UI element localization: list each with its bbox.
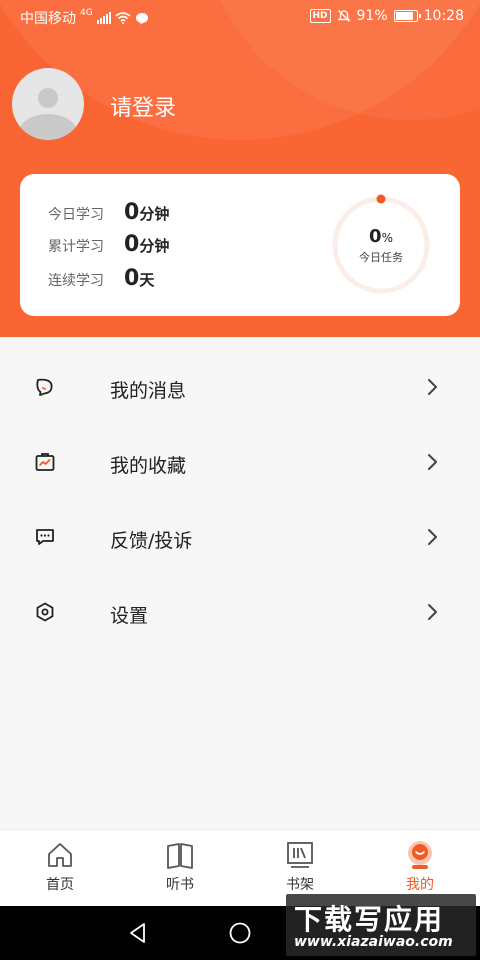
battery-icon [393,10,421,22]
task-progress-text: 0% 今日任务 [330,226,432,265]
chevron-right-icon [428,454,437,470]
tab-label-home: 首页 [46,877,74,893]
task-percent-value: 0 [369,226,382,247]
settings-icon [36,602,54,622]
hd-badge: HD [309,9,331,23]
chevron-right-icon [428,529,437,545]
streak-study-value: 0 [124,266,140,291]
bookshelf-icon [287,842,313,868]
chat-notification-icon [135,12,148,25]
total-study-unit: 分钟 [139,237,170,255]
total-study-value: 0 [124,232,140,257]
menu-item-favorites[interactable]: 我的收藏 [0,425,480,500]
study-stats-card: 今日学习 0 分钟 累计学习 0 分钟 连续学习 0 天 0% 今日任务 [20,174,460,316]
status-bar: 中国移动 4G HD 91% 10:28 [0,0,480,34]
login-link[interactable]: 请登录 [110,90,176,122]
tab-label-profile: 我的 [406,877,434,893]
back-icon[interactable] [126,921,150,945]
today-study-value: 0 [124,200,140,225]
task-percent-unit: % [381,231,393,245]
today-study-label: 今日学习 [48,207,104,223]
chevron-right-icon [428,604,437,620]
tab-bookshelf[interactable]: 书架 [260,840,340,894]
streak-study-label: 连续学习 [48,273,104,289]
avatar[interactable] [12,68,84,140]
tab-home[interactable]: 首页 [20,840,100,894]
today-study-unit: 分钟 [139,205,170,223]
menu-item-messages[interactable]: 我的消息 [0,350,480,425]
streak-study-unit: 天 [139,271,155,289]
chevron-right-icon [428,379,437,395]
total-study-row: 累计学习 0 分钟 [48,232,169,257]
menu-label-messages: 我的消息 [110,380,187,402]
book-icon [167,843,193,869]
avatar-placeholder-icon [38,88,58,108]
feedback-icon [36,529,54,545]
streak-study-row: 连续学习 0 天 [48,266,154,291]
progress-ring-marker [376,194,386,204]
avatar-placeholder-body [18,114,78,140]
home-icon [48,843,72,867]
tab-label-audiobook: 听书 [166,877,194,893]
tab-profile[interactable]: 我的 [380,840,460,894]
menu-label-favorites: 我的收藏 [110,455,187,477]
total-study-label: 累计学习 [48,239,104,255]
task-label: 今日任务 [359,251,403,264]
clock: 10:28 [423,8,464,24]
watermark-url: www.xiazaiwao.com [294,934,453,950]
watermark-title: 下载写应用 [294,903,445,936]
mute-bell-icon [336,10,351,22]
battery-percent: 91% [356,8,388,24]
settings-menu: 我的消息 我的收藏 反馈/投诉 设置 [0,350,480,650]
favorites-icon [35,453,55,471]
tab-label-bookshelf: 书架 [286,877,314,893]
signal-icon [96,12,111,24]
tab-audiobook[interactable]: 听书 [140,840,220,894]
wifi-icon [115,12,131,24]
network-type: 4G [80,8,93,18]
menu-label-settings: 设置 [110,605,149,627]
today-study-row: 今日学习 0 分钟 [48,200,169,225]
menu-item-feedback[interactable]: 反馈/投诉 [0,500,480,575]
home-button-icon[interactable] [228,921,252,945]
site-watermark: 下载写应用 www.xiazaiwao.com [286,894,476,956]
menu-item-settings[interactable]: 设置 [0,575,480,650]
menu-label-feedback: 反馈/投诉 [110,530,193,552]
message-icon [36,378,53,396]
profile-icon [408,841,432,869]
carrier-name: 中国移动 [20,11,76,27]
